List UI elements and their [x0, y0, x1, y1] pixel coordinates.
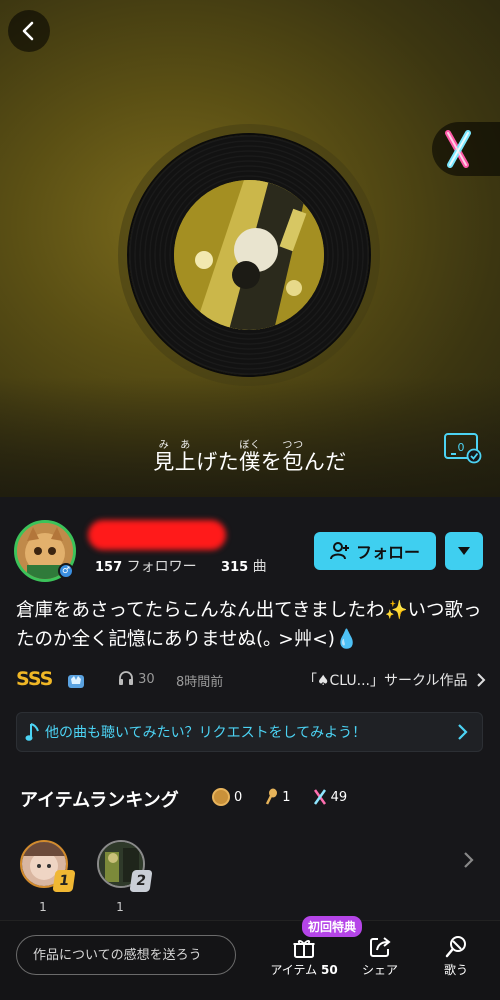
- follow-button-label: フォロー: [355, 543, 420, 562]
- song-meta-row: SSS 30 8時間前 「♠CLU...」サークル作品: [16, 668, 486, 692]
- crown-icon: [68, 675, 84, 688]
- ranker-1[interactable]: 1 1: [20, 840, 76, 914]
- item-counts: 0 1 49: [212, 788, 347, 806]
- followers-count: 157: [95, 560, 123, 575]
- user-stats: 157 フォロワー 315 曲: [95, 556, 287, 576]
- caret-down-icon: [458, 547, 470, 555]
- comment-input[interactable]: [16, 935, 236, 975]
- lyric-segment: げた: [196, 450, 240, 474]
- item-button-label: アイテム: [270, 963, 318, 977]
- posted-time: 8時間前: [176, 675, 224, 690]
- lyric-furigana: つつ: [282, 440, 304, 451]
- ranker-count: 1: [39, 900, 47, 914]
- rank-badge: 1: [52, 870, 76, 892]
- request-banner-text: 他の曲も聴いてみたい？リクエストをしてみよう！: [45, 725, 367, 741]
- lyric-segment: 僕ぼく: [239, 440, 261, 474]
- mic-icon: [266, 788, 278, 805]
- first-bonus-badge: 初回特典: [302, 916, 363, 937]
- share-icon: [370, 937, 391, 957]
- lyrics-count: 0: [458, 441, 465, 454]
- mic-count: 1: [282, 789, 291, 805]
- item-count: 50: [320, 963, 338, 977]
- gift-icon: [293, 940, 315, 958]
- lightstick-small-icon: [313, 789, 326, 805]
- ranking-more-chevron-icon[interactable]: [462, 851, 474, 869]
- lyric-segment: 上あ: [174, 440, 197, 474]
- sing-mic-icon: [445, 936, 466, 958]
- lyric-segment: 見み: [153, 440, 175, 474]
- circle-link[interactable]: 「♠CLU...」サークル作品: [303, 670, 486, 690]
- chevron-left-icon: [22, 21, 34, 41]
- lightstick-count: 49: [330, 789, 348, 805]
- chevron-right-icon: [477, 673, 486, 687]
- follow-button[interactable]: フォロー: [314, 532, 436, 570]
- circle-link-label: 「♠CLU...」サークル作品: [302, 673, 468, 689]
- listen-count: 30: [118, 671, 155, 687]
- more-options-button[interactable]: [445, 532, 483, 570]
- listen-count-value: 30: [138, 672, 155, 687]
- lyric-segment: を: [260, 450, 283, 474]
- item-button[interactable]: アイテム 50: [266, 933, 342, 978]
- share-button[interactable]: シェア: [354, 933, 406, 978]
- lyrics-screen-icon: 0: [444, 433, 482, 464]
- lyric-text: 見み上あげた僕ぼくを包つつんだ: [0, 440, 500, 476]
- item-ranking-title: アイテムランキング: [20, 790, 179, 811]
- request-banner[interactable]: 他の曲も聴いてみたい？リクエストをしてみよう！: [16, 712, 483, 752]
- username-redacted: [88, 520, 226, 550]
- followers-label: フォロワー: [126, 559, 197, 575]
- lyric-segment: んだ: [303, 450, 347, 474]
- bottom-action-bar: アイテム 50 シェア 歌う: [0, 920, 500, 1000]
- sing-label: 歌う: [443, 963, 468, 977]
- rank-badge: 2: [129, 870, 153, 892]
- lightstick-icon: [445, 130, 471, 168]
- music-note-icon: [25, 723, 39, 741]
- lyric-furigana: ぼく: [239, 440, 261, 451]
- grade-badge: SSS: [16, 668, 53, 690]
- songs-label: 曲: [252, 559, 267, 575]
- lyric-line: 見み上あげた僕ぼくを包つつんだ: [0, 440, 500, 476]
- songs-stat[interactable]: 315 曲: [221, 559, 267, 575]
- sing-button[interactable]: 歌う: [432, 933, 480, 978]
- album-art: [174, 180, 324, 330]
- coin-icon: [212, 788, 230, 806]
- record-disc[interactable]: [129, 135, 369, 375]
- male-icon: ♂: [58, 563, 74, 579]
- coin-count: 0: [234, 789, 243, 805]
- songs-count: 315: [221, 560, 249, 575]
- ranker-count: 1: [116, 900, 124, 914]
- lightstick-panel-button[interactable]: [432, 122, 500, 176]
- lyric-furigana: あ: [174, 440, 197, 451]
- back-button[interactable]: [8, 10, 50, 52]
- chevron-right-icon: [458, 724, 468, 740]
- ranker-2[interactable]: 2 1: [97, 840, 153, 914]
- lyrics-toggle-button[interactable]: 0: [444, 432, 482, 468]
- player-hero: 見み上あげた僕ぼくを包つつんだ 0: [0, 0, 500, 497]
- followers-stat[interactable]: 157 フォロワー: [95, 559, 201, 575]
- lyric-segment: 包つつ: [282, 440, 304, 474]
- song-description: 倉庫をあさってたらこんなん出てきましたわ✨いつ歌ったのか全く記憶にありませぬ(｡…: [16, 600, 482, 650]
- share-label: シェア: [361, 963, 398, 977]
- headphones-icon: [119, 671, 133, 685]
- lyric-furigana: み: [153, 440, 175, 451]
- add-user-icon: [329, 542, 349, 560]
